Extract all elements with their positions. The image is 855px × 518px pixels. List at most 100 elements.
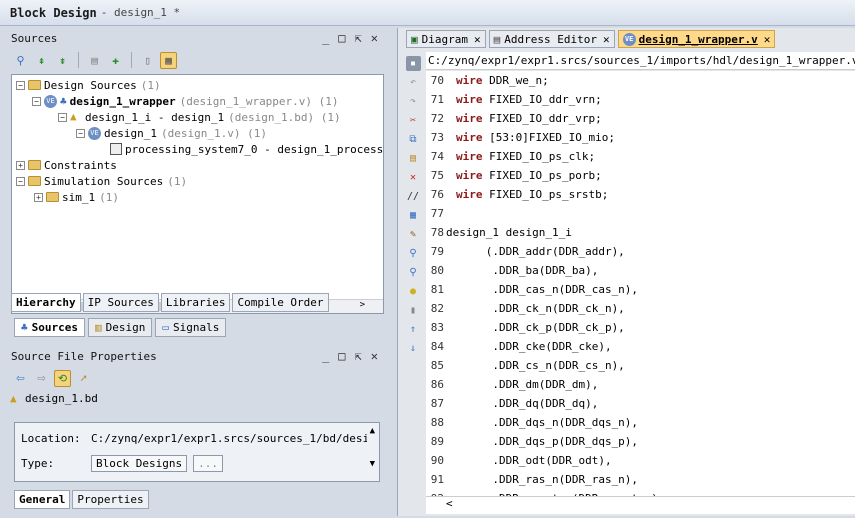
scroll-left-icon[interactable]: < — [446, 497, 453, 510]
code-line[interactable]: 83 .DDR_ck_p(DDR_ck_p), — [426, 318, 625, 337]
tab-hierarchy[interactable]: Hierarchy — [11, 293, 81, 312]
back-arrow-icon[interactable]: ⇦ — [12, 370, 29, 387]
close-icon[interactable]: ✕ — [371, 349, 378, 363]
tree-item-design-1-wrapper[interactable]: − VE ♣ design_1_wrapper (design_1_wrappe… — [32, 93, 339, 109]
open-folder-icon[interactable]: ▤ — [86, 52, 103, 69]
code-line[interactable]: 86 .DDR_dm(DDR_dm), — [426, 375, 599, 394]
code-line[interactable]: 74 wire FIXED_IO_ps_clk; — [426, 147, 595, 166]
code-line[interactable]: 84 .DDR_cke(DDR_cke), — [426, 337, 612, 356]
location-value[interactable]: C:/zynq/expr1/expr1.srcs/sources_1/bd/de… — [91, 432, 367, 445]
code-line[interactable]: 88 .DDR_dqs_n(DDR_dqs_n), — [426, 413, 638, 432]
tab-compile-order[interactable]: Compile Order — [232, 293, 329, 312]
tab-ip-sources[interactable]: IP Sources — [82, 293, 159, 312]
collapse-all-icon[interactable]: ⇞ — [33, 52, 50, 69]
copy-icon[interactable]: ⧉ — [406, 132, 421, 147]
save-icon[interactable]: ▪ — [405, 56, 421, 71]
type-browse-button[interactable]: ... — [193, 455, 223, 472]
code-line[interactable]: 92 .DDR_reset_n(DDR_reset_n), — [426, 489, 665, 496]
tab-design-1-wrapper[interactable]: VE design_1_wrapper.v ✕ — [617, 30, 776, 48]
cut-icon[interactable]: ✂ — [406, 113, 421, 128]
redo-icon[interactable]: ↷ — [406, 94, 421, 109]
scroll-right-icon[interactable]: > — [360, 300, 365, 310]
code-line[interactable]: 79 (.DDR_addr(DDR_addr), — [426, 242, 625, 261]
minimize-icon[interactable]: _ — [322, 349, 329, 363]
address-editor-icon: ▤ — [493, 32, 501, 46]
close-tab-icon[interactable]: ✕ — [603, 33, 610, 46]
scroll-up-icon[interactable]: ▲ — [370, 426, 375, 436]
forward-arrow-icon[interactable]: ⇨ — [33, 370, 50, 387]
code-line[interactable]: 85 .DDR_cs_n(DDR_cs_n), — [426, 356, 625, 375]
code-line[interactable]: 72 wire FIXED_IO_ddr_vrp; — [426, 109, 602, 128]
collapse-icon[interactable]: − — [16, 80, 25, 90]
collapse-icon[interactable]: − — [58, 112, 67, 122]
maximize-icon[interactable]: □ — [338, 31, 345, 45]
add-sources-icon[interactable]: ✚ — [107, 52, 124, 69]
tab-libraries[interactable]: Libraries — [160, 293, 231, 312]
code-line[interactable]: 71 wire FIXED_IO_ddr_vrn; — [426, 90, 602, 109]
bookmark-icon[interactable]: ▮ — [406, 303, 421, 318]
block-select-icon[interactable]: ▦ — [406, 208, 421, 223]
hierarchy-update-icon[interactable]: ▦ — [160, 51, 177, 69]
move-up-icon[interactable]: ⇑ — [406, 322, 421, 337]
tab-sources-view[interactable]: ♣ Sources — [14, 318, 85, 337]
tree-item-processing-system[interactable]: processing_system7_0 - design_1_processi… — [110, 141, 383, 157]
tab-design-view[interactable]: ▥ Design — [87, 318, 153, 337]
code-line[interactable]: 76 wire FIXED_IO_ps_srstb; — [426, 185, 609, 204]
float-icon[interactable]: ⇱ — [355, 349, 362, 363]
document-icon[interactable]: ▯ — [139, 52, 156, 69]
undo-icon[interactable]: ↶ — [406, 75, 421, 90]
paste-icon[interactable]: ▤ — [406, 151, 421, 166]
tab-signals-view[interactable]: ▭ Signals — [155, 318, 227, 337]
expand-icon[interactable]: + — [34, 192, 43, 202]
pointer-icon[interactable]: ➚ — [75, 370, 92, 387]
code-line[interactable]: 75 wire FIXED_IO_ps_porb; — [426, 166, 602, 185]
close-tab-icon[interactable]: ✕ — [764, 33, 771, 46]
code-line[interactable]: 89 .DDR_dqs_p(DDR_dqs_p), — [426, 432, 638, 451]
lightbulb-icon[interactable]: ● — [406, 284, 421, 299]
collapse-icon[interactable]: − — [32, 96, 41, 106]
code-area[interactable]: 70 wire DDR_we_n; 71 wire FIXED_IO_ddr_vrn;… — [426, 71, 855, 496]
find-icon[interactable]: ⚲ — [406, 246, 421, 261]
tree-item-design-1-i[interactable]: − ▲ design_1_i - design_1 (design_1.bd) … — [58, 109, 341, 125]
tab-address-editor[interactable]: ▤ Address Editor ✕ — [488, 30, 615, 48]
replace-icon[interactable]: ⚲ — [406, 265, 421, 280]
sync-selection-icon[interactable]: ⟲ — [54, 369, 71, 387]
tree-item-constraints[interactable]: + Constraints — [16, 157, 117, 173]
tab-properties[interactable]: Properties — [72, 490, 149, 509]
editor-horizontal-scrollbar[interactable]: < — [426, 496, 855, 514]
tree-item-simulation-sources[interactable]: − Simulation Sources (1) — [16, 173, 187, 189]
edit-icon[interactable]: ✎ — [406, 227, 421, 242]
code-line[interactable]: 81 .DDR_cas_n(DDR_cas_n), — [426, 280, 638, 299]
tree-item-design-1[interactable]: − VE design_1 (design_1.v) (1) — [76, 125, 267, 141]
minimize-icon[interactable]: _ — [322, 31, 329, 45]
close-tab-icon[interactable]: ✕ — [474, 33, 481, 46]
code-line[interactable]: 70 wire DDR_we_n; — [426, 71, 549, 90]
code-text: FIXED_IO_ps_porb; — [482, 169, 602, 182]
delete-icon[interactable]: ✕ — [406, 170, 421, 185]
comment-icon[interactable]: // — [406, 189, 421, 204]
code-line[interactable]: 73 wire [53:0]FIXED_IO_mio; — [426, 128, 615, 147]
maximize-icon[interactable]: □ — [338, 349, 345, 363]
float-icon[interactable]: ⇱ — [355, 31, 362, 45]
code-line[interactable]: 78 design_1 design_1_i — [426, 223, 572, 242]
collapse-icon[interactable]: − — [76, 128, 85, 138]
code-line[interactable]: 77 — [426, 204, 446, 223]
scroll-down-icon[interactable]: ▼ — [370, 459, 375, 469]
close-icon[interactable]: ✕ — [371, 31, 378, 45]
keyword: wire — [456, 93, 483, 106]
tab-diagram[interactable]: ▣ Diagram ✕ — [406, 30, 486, 48]
expand-all-icon[interactable]: ⇟ — [54, 52, 71, 69]
code-line[interactable]: 80 .DDR_ba(DDR_ba), — [426, 261, 599, 280]
code-line[interactable]: 82 .DDR_ck_n(DDR_ck_n), — [426, 299, 625, 318]
code-line[interactable]: 91 .DDR_ras_n(DDR_ras_n), — [426, 470, 638, 489]
search-icon[interactable]: ⚲ — [12, 52, 29, 69]
line-number: 73 — [430, 131, 444, 144]
collapse-icon[interactable]: − — [16, 176, 25, 186]
tree-item-sim-1[interactable]: + sim_1 (1) — [34, 189, 119, 205]
expand-icon[interactable]: + — [16, 160, 25, 170]
code-line[interactable]: 87 .DDR_dq(DDR_dq), — [426, 394, 599, 413]
tree-item-design-sources[interactable]: − Design Sources (1) — [16, 77, 161, 93]
tab-general[interactable]: General — [14, 490, 71, 509]
move-down-icon[interactable]: ⇓ — [406, 341, 421, 356]
code-line[interactable]: 90 .DDR_odt(DDR_odt), — [426, 451, 612, 470]
